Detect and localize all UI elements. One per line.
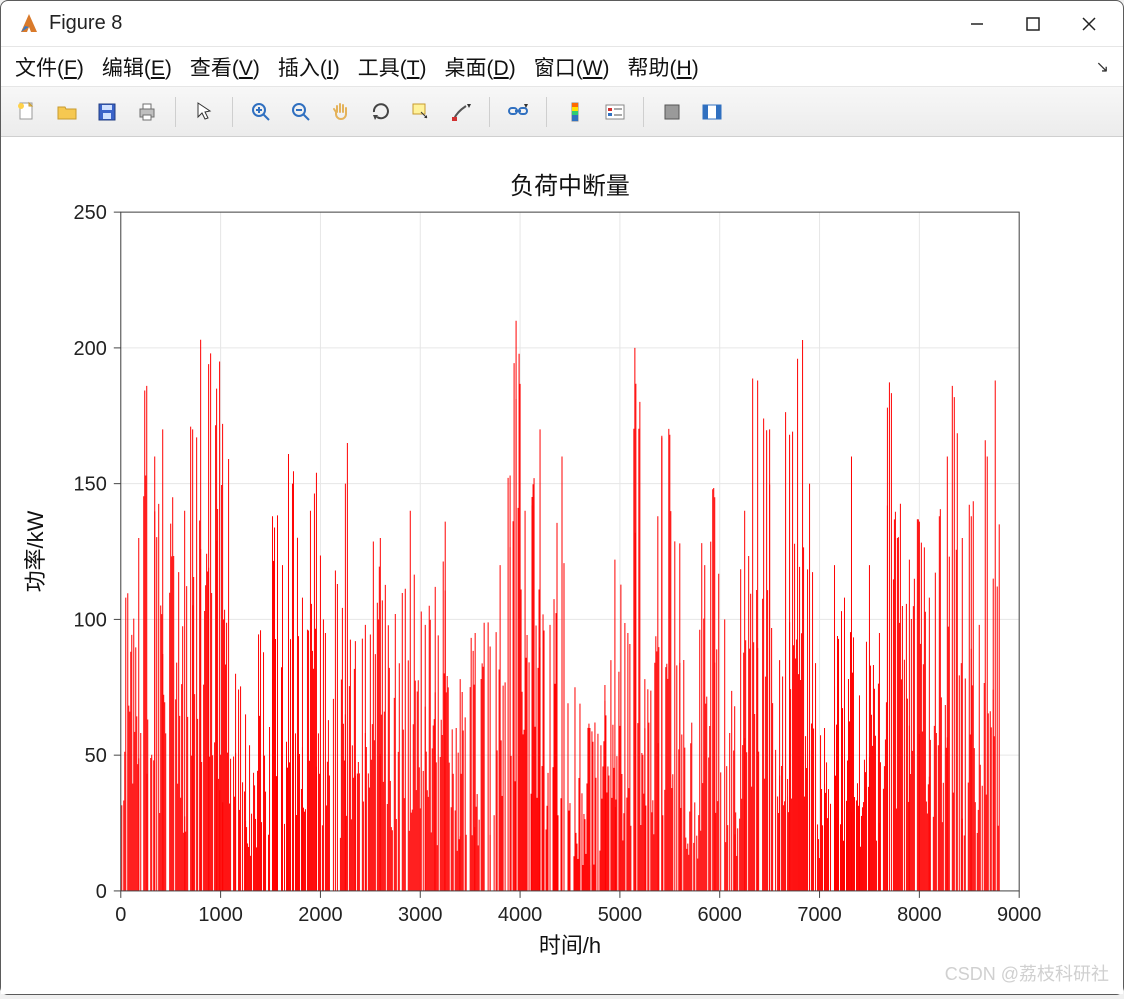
close-button[interactable] bbox=[1061, 1, 1117, 47]
window-title: Figure 8 bbox=[49, 12, 122, 35]
data-cursor-button[interactable] bbox=[403, 94, 439, 130]
svg-text:7000: 7000 bbox=[797, 904, 841, 926]
menu-help[interactable]: 帮助(H) bbox=[628, 52, 699, 82]
menu-expand-icon[interactable]: ↘ bbox=[1096, 57, 1109, 77]
svg-text:150: 150 bbox=[74, 474, 107, 496]
svg-text:负荷中断量: 负荷中断量 bbox=[510, 173, 630, 200]
svg-text:3000: 3000 bbox=[398, 904, 442, 926]
toolbar-separator bbox=[232, 97, 233, 127]
menu-insert[interactable]: 插入(I) bbox=[278, 52, 340, 82]
new-file-button[interactable] bbox=[9, 94, 45, 130]
menu-window[interactable]: 窗口(W) bbox=[534, 52, 610, 82]
maximize-button[interactable] bbox=[1005, 1, 1061, 47]
link-plots-button[interactable] bbox=[500, 94, 536, 130]
svg-text:1000: 1000 bbox=[198, 904, 242, 926]
svg-text:5000: 5000 bbox=[598, 904, 642, 926]
show-plot-tools-button[interactable] bbox=[694, 94, 730, 130]
toolbar-separator bbox=[175, 97, 176, 127]
menu-desktop[interactable]: 桌面(D) bbox=[445, 52, 516, 82]
toolbar-separator bbox=[643, 97, 644, 127]
pan-button[interactable] bbox=[323, 94, 359, 130]
toolbar-separator bbox=[546, 97, 547, 127]
open-file-button[interactable] bbox=[49, 94, 85, 130]
menu-file[interactable]: 文件(F) bbox=[15, 52, 84, 82]
svg-text:时间/h: 时间/h bbox=[539, 933, 601, 958]
svg-text:0: 0 bbox=[96, 881, 107, 903]
svg-text:4000: 4000 bbox=[498, 904, 542, 926]
hide-plot-tools-button[interactable] bbox=[654, 94, 690, 130]
menubar: 文件(F) 编辑(E) 查看(V) 插入(I) 工具(T) 桌面(D) 窗口(W… bbox=[1, 47, 1123, 87]
colorbar-button[interactable] bbox=[557, 94, 593, 130]
svg-text:0: 0 bbox=[115, 904, 126, 926]
svg-text:6000: 6000 bbox=[698, 904, 742, 926]
save-button[interactable] bbox=[89, 94, 125, 130]
legend-button[interactable] bbox=[597, 94, 633, 130]
figure-window: Figure 8 文件(F) 编辑(E) 查看(V) 插入(I) 工具(T) 桌… bbox=[0, 0, 1124, 995]
zoom-in-button[interactable] bbox=[243, 94, 279, 130]
watermark-text: CSDN @荔枝科研社 bbox=[945, 960, 1109, 986]
svg-text:9000: 9000 bbox=[997, 904, 1041, 926]
pointer-button[interactable] bbox=[186, 94, 222, 130]
titlebar: Figure 8 bbox=[1, 1, 1123, 47]
menu-edit[interactable]: 编辑(E) bbox=[102, 52, 172, 82]
svg-text:50: 50 bbox=[85, 745, 107, 767]
minimize-button[interactable] bbox=[949, 1, 1005, 47]
svg-text:2000: 2000 bbox=[298, 904, 342, 926]
matlab-logo-icon bbox=[17, 12, 41, 36]
chart-canvas: 0 1000 2000 3000 4000 5000 6000 7000 8000 9000 0 50… bbox=[1, 137, 1123, 994]
zoom-out-button[interactable] bbox=[283, 94, 319, 130]
rotate-button[interactable] bbox=[363, 94, 399, 130]
brush-button[interactable] bbox=[443, 94, 479, 130]
toolbar-separator bbox=[489, 97, 490, 127]
svg-text:100: 100 bbox=[74, 609, 107, 631]
svg-text:250: 250 bbox=[74, 202, 107, 224]
menu-view[interactable]: 查看(V) bbox=[190, 52, 260, 82]
svg-text:功率/kW: 功率/kW bbox=[23, 510, 48, 592]
menu-tools[interactable]: 工具(T) bbox=[358, 52, 427, 82]
print-button[interactable] bbox=[129, 94, 165, 130]
svg-text:8000: 8000 bbox=[897, 904, 941, 926]
svg-text:200: 200 bbox=[74, 338, 107, 360]
axes-area[interactable]: 0 1000 2000 3000 4000 5000 6000 7000 8000 9000 0 50… bbox=[1, 137, 1123, 994]
toolbar bbox=[1, 87, 1123, 137]
